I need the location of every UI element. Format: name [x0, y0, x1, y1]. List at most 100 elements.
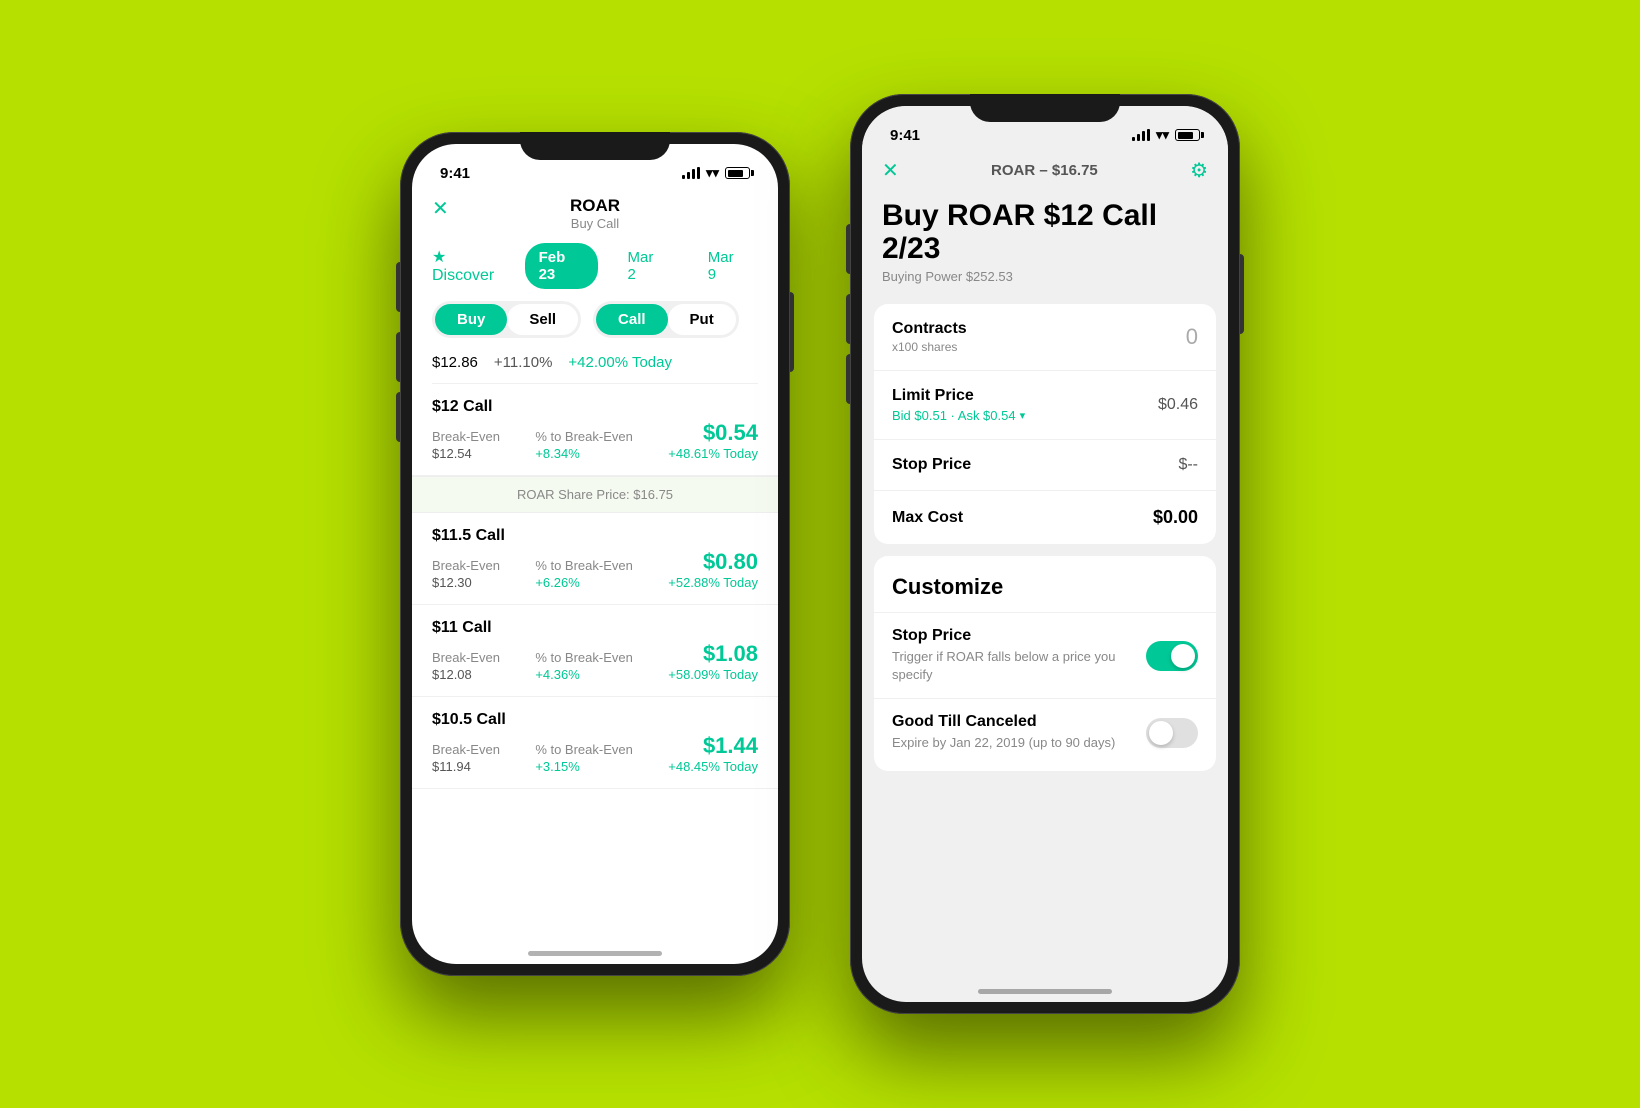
breakeven-label: Break-Even [432, 650, 500, 665]
sell-button[interactable]: Sell [507, 304, 578, 335]
stop-price-row: Stop Price $-- [874, 440, 1216, 491]
stop-price-label: Stop Price [892, 456, 971, 474]
stock-change: +11.10% [494, 354, 553, 371]
call-put-toggle: Call Put [593, 301, 739, 338]
signal-icon [682, 167, 700, 179]
list-item[interactable]: $11.5 Call Break-Even $12.30 % to Break-… [412, 513, 778, 605]
option-details: Break-Even $12.54 % to Break-Even +8.34%… [432, 420, 758, 461]
limit-price-label: Limit Price [892, 387, 1025, 405]
list-item[interactable]: $10.5 Call Break-Even $11.94 % to Break-… [412, 697, 778, 789]
gtc-info: Good Till Canceled Expire by Jan 22, 201… [892, 713, 1115, 752]
max-cost-label: Max Cost [892, 509, 963, 527]
close-button-2[interactable]: ✕ [882, 158, 899, 183]
pct-val: +6.26% [535, 575, 633, 590]
option-name: $10.5 Call [432, 711, 758, 729]
breakeven-val: $12.30 [432, 575, 500, 590]
buy-sell-toggle: Buy Sell [432, 301, 581, 338]
list-item[interactable]: $11 Call Break-Even $12.08 % to Break-Ev… [412, 605, 778, 697]
status-time-2: 9:41 [890, 127, 920, 144]
phone1: 9:41 ▾▾ ✕ [400, 132, 790, 976]
limit-price-value[interactable]: $0.46 [1158, 396, 1198, 414]
customize-section: Customize Stop Price Trigger if ROAR fal… [874, 556, 1216, 771]
breakeven-label: Break-Even [432, 558, 500, 573]
status-icons-2: ▾▾ [1132, 127, 1200, 143]
stop-price-toggle[interactable] [1146, 641, 1198, 671]
bid-ask-label: Bid $0.51 · Ask $0.54 [892, 408, 1016, 423]
toggle-knob [1171, 644, 1195, 668]
contracts-row: Contracts x100 shares [874, 304, 1216, 371]
pct-val: +8.34% [535, 446, 633, 461]
buy-button[interactable]: Buy [435, 304, 507, 335]
stop-price-customize-row: Stop Price Trigger if ROAR falls below a… [874, 612, 1216, 698]
contracts-input[interactable] [1138, 324, 1198, 350]
limit-price-row: Limit Price Bid $0.51 · Ask $0.54 ▾ $0.4… [874, 371, 1216, 440]
list-item[interactable]: $12 Call Break-Even $12.54 % to Break-Ev… [412, 384, 778, 476]
option-today: +52.88% Today [668, 575, 758, 590]
option-today: +48.61% Today [668, 446, 758, 461]
phone1-notch [520, 132, 670, 160]
home-indicator-1 [528, 951, 662, 956]
breakeven-val: $12.54 [432, 446, 500, 461]
max-cost-value: $0.00 [1153, 507, 1198, 528]
phone1-subtitle: Buy Call [571, 216, 619, 231]
breakeven-val: $11.94 [432, 759, 500, 774]
option-details: Break-Even $12.30 % to Break-Even +6.26%… [432, 549, 758, 590]
tab-feb23[interactable]: Feb 23 [525, 243, 598, 289]
option-price: $0.54 [668, 420, 758, 446]
stop-price-customize-label: Stop Price [892, 627, 1122, 645]
contracts-label: Contracts [892, 320, 967, 338]
status-icons-1: ▾▾ [682, 165, 750, 181]
stop-price-value[interactable]: $-- [1178, 456, 1198, 474]
battery-icon [725, 167, 750, 179]
phone2-notch [970, 94, 1120, 122]
stock-pct-today: +42.00% Today [568, 354, 672, 371]
pct-label: % to Break-Even [535, 429, 633, 444]
home-indicator-2 [978, 989, 1112, 994]
trade-form: Contracts x100 shares Limit Price Bid $0… [874, 304, 1216, 544]
call-button[interactable]: Call [596, 304, 668, 335]
buying-power: Buying Power $252.53 [882, 269, 1208, 284]
status-time-1: 9:41 [440, 165, 470, 182]
option-details: Break-Even $12.08 % to Break-Even +4.36%… [432, 641, 758, 682]
pct-label: % to Break-Even [535, 650, 633, 665]
stock-info-row: $12.86 +11.10% +42.00% Today [412, 354, 778, 383]
option-today: +58.09% Today [668, 667, 758, 682]
tab-mar2[interactable]: Mar 2 [614, 243, 678, 289]
wifi-icon-2: ▾▾ [1156, 127, 1169, 143]
option-details: Break-Even $11.94 % to Break-Even +3.15%… [432, 733, 758, 774]
gear-icon[interactable]: ⚙ [1190, 158, 1208, 183]
pct-val: +4.36% [535, 667, 633, 682]
signal-icon-2 [1132, 129, 1150, 141]
date-tabs: ★ Discover Feb 23 Mar 2 Mar 9 [412, 243, 778, 301]
option-price: $1.08 [668, 641, 758, 667]
option-name: $11.5 Call [432, 527, 758, 545]
close-button-1[interactable]: ✕ [432, 196, 449, 221]
gtc-toggle[interactable] [1146, 718, 1198, 748]
trade-title-section: Buy ROAR $12 Call 2/23 Buying Power $252… [862, 195, 1228, 304]
toggle-knob-gtc [1149, 721, 1173, 745]
put-button[interactable]: Put [668, 304, 736, 335]
discover-tab[interactable]: ★ Discover [432, 247, 509, 285]
pct-label: % to Break-Even [535, 742, 633, 757]
trade-title: Buy ROAR $12 Call 2/23 [882, 199, 1208, 265]
limit-price-label-group: Limit Price Bid $0.51 · Ask $0.54 ▾ [892, 387, 1025, 423]
tab-mar9[interactable]: Mar 9 [694, 243, 758, 289]
option-price: $0.80 [668, 549, 758, 575]
phone2: 9:41 ▾▾ ✕ ROAR – $16.75 [850, 94, 1240, 1014]
toggle-row: Buy Sell Call Put [412, 301, 778, 354]
phone2-header: ✕ ROAR – $16.75 ⚙ [862, 150, 1228, 195]
stock-price: $12.86 [432, 354, 478, 371]
stop-price-description: Trigger if ROAR falls below a price you … [892, 648, 1122, 684]
option-price: $1.44 [668, 733, 758, 759]
phone1-inner: 9:41 ▾▾ ✕ [412, 144, 778, 964]
contracts-label-group: Contracts x100 shares [892, 320, 967, 354]
max-cost-row: Max Cost $0.00 [874, 491, 1216, 544]
phone1-header: ✕ ROAR Buy Call [412, 188, 778, 243]
battery-icon-2 [1175, 129, 1200, 141]
breakeven-val: $12.08 [432, 667, 500, 682]
pct-val: +3.15% [535, 759, 633, 774]
phone1-title: ROAR [570, 196, 620, 216]
chevron-down-icon: ▾ [1020, 409, 1026, 422]
stop-price-customize-info: Stop Price Trigger if ROAR falls below a… [892, 627, 1122, 684]
gtc-description: Expire by Jan 22, 2019 (up to 90 days) [892, 734, 1115, 752]
